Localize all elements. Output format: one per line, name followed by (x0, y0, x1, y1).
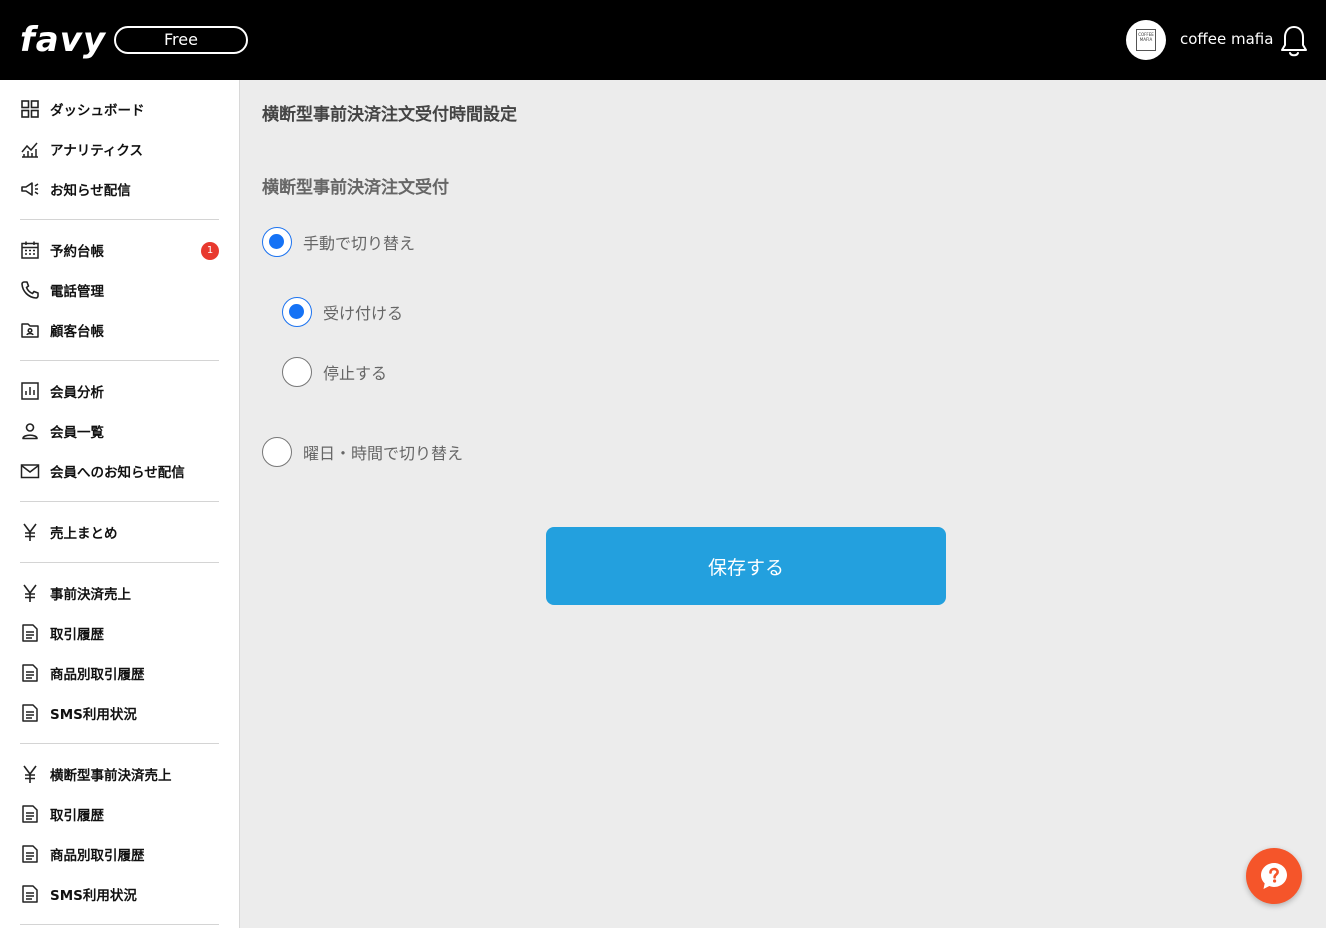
yen-icon (20, 522, 40, 542)
sidebar-item-label: 会員一覧 (50, 425, 104, 441)
document-icon (20, 884, 40, 904)
sidebar-item[interactable]: 会員へのお知らせ配信 (20, 451, 219, 491)
sidebar-item[interactable]: 商品別取引履歴 (20, 834, 219, 874)
bar-chart-icon (20, 381, 40, 401)
nav-group: 事前決済売上 取引履歴商品別取引履歴 SMS利用状況 (0, 573, 239, 733)
radio-stop[interactable]: 停止する (282, 357, 387, 387)
sidebar-item-label: 取引履歴 (50, 808, 104, 824)
document-icon (20, 663, 40, 683)
calendar-icon (20, 240, 40, 260)
sidebar-divider (20, 360, 219, 361)
sidebar-item-label: 売上まとめ (50, 526, 118, 542)
sidebar-item-label: 商品別取引履歴 (50, 848, 145, 864)
sidebar-item-label: お知らせ配信 (50, 183, 131, 199)
nav-group: 予約台帳 1 電話管理顧客台帳 (0, 230, 239, 350)
main-content: 横断型事前決済注文受付時間設定 横断型事前決済注文受付 手動で切り替え 受け付け… (240, 80, 1326, 928)
nav-group: 会員分析会員一覧会員へのお知らせ配信 (0, 371, 239, 491)
radio-button[interactable] (262, 227, 292, 257)
notification-badge: 1 (201, 242, 219, 260)
nav-group: ダッシュボード アナリティクス お知らせ配信 (0, 89, 239, 209)
radio-label: 受け付ける (323, 304, 404, 323)
page-title: 横断型事前決済注文受付時間設定 (262, 105, 517, 125)
help-chat-button[interactable] (1246, 848, 1302, 904)
radio-label: 手動で切り替え (303, 234, 416, 253)
sidebar-item-label: ダッシュボード (50, 103, 145, 119)
sidebar-item-label: 事前決済売上 (50, 587, 131, 603)
radio-label: 曜日・時間で切り替え (303, 444, 464, 463)
radio-button[interactable] (282, 297, 312, 327)
document-icon (20, 623, 40, 643)
plan-badge: Free (114, 26, 248, 54)
avatar-logo: COFFEE MAFIA (1136, 29, 1156, 51)
radio-button[interactable] (262, 437, 292, 467)
sidebar-item[interactable]: 取引履歴 (20, 794, 219, 834)
sidebar-divider (20, 924, 219, 925)
document-icon (20, 844, 40, 864)
document-icon (20, 703, 40, 723)
sidebar-item[interactable]: 事前決済売上 (20, 573, 219, 613)
phone-icon (20, 280, 40, 300)
sidebar-item[interactable]: アナリティクス (20, 129, 219, 169)
favy-logo[interactable]: favy (20, 20, 106, 60)
sidebar-item[interactable]: 取引履歴 (20, 613, 219, 653)
sidebar-item[interactable]: SMS利用状況 (20, 874, 219, 914)
sidebar-item-label: 電話管理 (50, 284, 104, 300)
nav-group: 売上まとめ (0, 512, 239, 552)
yen-icon (20, 583, 40, 603)
sidebar-divider (20, 743, 219, 744)
sidebar-item[interactable]: SMS利用状況 (20, 693, 219, 733)
sidebar-item-label: アナリティクス (50, 143, 144, 159)
sidebar-item[interactable]: 予約台帳 1 (20, 230, 219, 270)
radio-label: 停止する (323, 364, 388, 383)
analytics-chart-icon (20, 139, 40, 159)
bell-icon[interactable] (1278, 24, 1310, 58)
sidebar-item[interactable]: 会員一覧 (20, 411, 219, 451)
sidebar-item-label: 会員分析 (50, 385, 104, 401)
sidebar-divider (20, 562, 219, 563)
sidebar-item[interactable]: ダッシュボード (20, 89, 219, 129)
sidebar-item-label: 会員へのお知らせ配信 (50, 465, 185, 481)
document-icon (20, 804, 40, 824)
sidebar-divider (20, 501, 219, 502)
radio-button[interactable] (282, 357, 312, 387)
sidebar-item[interactable]: 商品別取引履歴 (20, 653, 219, 693)
sidebar-item[interactable]: 会員分析 (20, 371, 219, 411)
yen-icon (20, 764, 40, 784)
mail-icon (20, 461, 40, 481)
sidebar-item[interactable]: 売上まとめ (20, 512, 219, 552)
account-name[interactable]: coffee mafia (1180, 28, 1273, 50)
sidebar-divider (20, 219, 219, 220)
radio-accept[interactable]: 受け付ける (282, 297, 403, 327)
customer-folder-icon (20, 320, 40, 340)
radio-schedule-switch[interactable]: 曜日・時間で切り替え (262, 437, 463, 467)
dashboard-grid-icon (20, 99, 40, 119)
sidebar-item-label: SMS利用状況 (50, 707, 137, 723)
radio-manual-switch[interactable]: 手動で切り替え (262, 227, 415, 257)
sidebar-item-label: 横断型事前決済売上 (50, 768, 172, 784)
nav-group: 横断型事前決済売上 取引履歴商品別取引履歴 SMS利用状況 (0, 754, 239, 914)
sidebar-item[interactable]: 顧客台帳 (20, 310, 219, 350)
sidebar-item-label: 商品別取引履歴 (50, 667, 145, 683)
avatar[interactable]: COFFEE MAFIA (1126, 20, 1166, 60)
person-icon (20, 421, 40, 441)
sidebar-item[interactable]: 横断型事前決済売上 (20, 754, 219, 794)
sidebar-item[interactable]: お知らせ配信 (20, 169, 219, 209)
sidebar-item-label: SMS利用状況 (50, 888, 137, 904)
save-button[interactable]: 保存する (546, 527, 946, 605)
sidebar-item-label: 予約台帳 (50, 244, 104, 260)
sidebar-item[interactable]: 電話管理 (20, 270, 219, 310)
sidebar-nav: ダッシュボード アナリティクス お知らせ配信 予約台帳 1 電話管理 顧客台帳 会員分析 会員一… (0, 80, 240, 928)
top-header: favy Free COFFEE MAFIA coffee mafia (0, 0, 1326, 80)
sidebar-item-label: 取引履歴 (50, 627, 104, 643)
section-title: 横断型事前決済注文受付 (262, 178, 449, 198)
help-question-icon (1259, 861, 1289, 891)
megaphone-icon (20, 179, 40, 199)
sidebar-item-label: 顧客台帳 (50, 324, 104, 340)
